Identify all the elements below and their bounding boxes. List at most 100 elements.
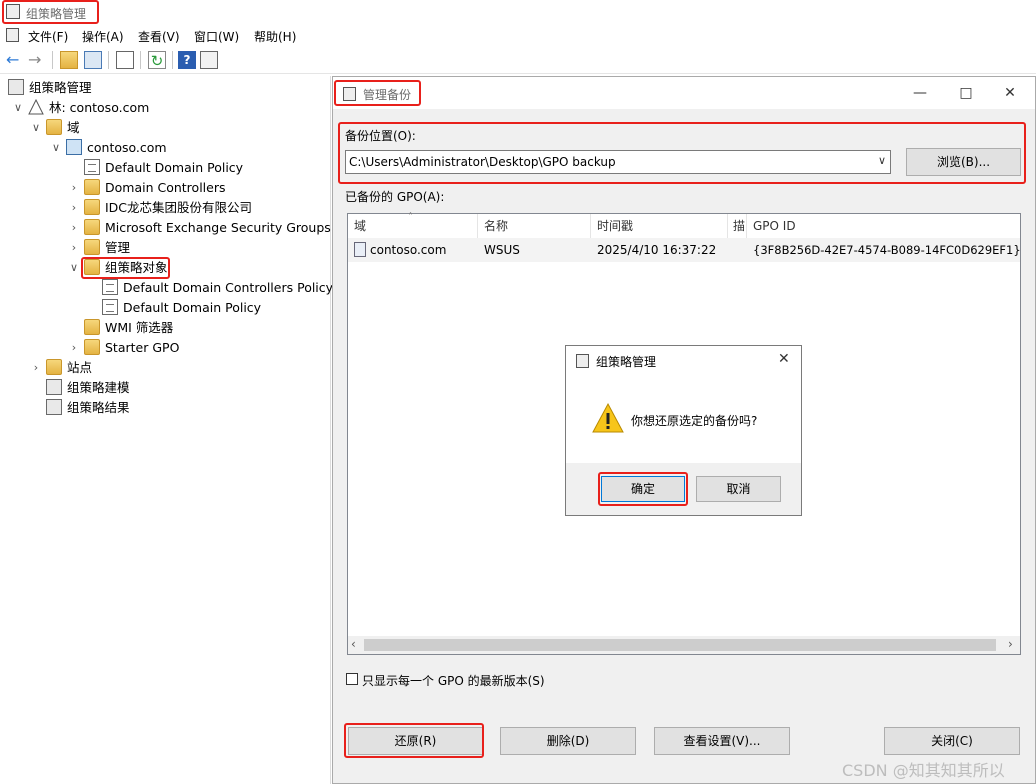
tree-forest-label: 林: contoso.com bbox=[49, 100, 150, 115]
chevron-right-icon[interactable]: › bbox=[68, 338, 80, 358]
tree-sites[interactable]: › 站点 bbox=[34, 358, 93, 378]
tree-item-default-domain-policy-2[interactable]: Default Domain Policy bbox=[102, 298, 261, 318]
chevron-down-icon[interactable]: ∨ bbox=[68, 258, 80, 278]
tree-item-exchange-groups[interactable]: › Microsoft Exchange Security Groups bbox=[72, 218, 331, 238]
menu-bar: 文件(F) 操作(A) 查看(V) 窗口(W) 帮助(H) bbox=[0, 24, 1036, 46]
gpo-icon bbox=[102, 279, 118, 295]
column-header-domain[interactable]: 域 bbox=[354, 214, 366, 238]
tree-item-label: Domain Controllers bbox=[105, 180, 226, 195]
scroll-right-icon[interactable]: › bbox=[1008, 637, 1013, 651]
horizontal-scrollbar[interactable]: ‹ › bbox=[348, 636, 1020, 654]
cell-name: WSUS bbox=[484, 243, 520, 257]
column-header-timestamp[interactable]: 时间戳 bbox=[597, 214, 633, 238]
tree-item-domain-controllers[interactable]: › Domain Controllers bbox=[72, 178, 226, 198]
tree-results[interactable]: 组策略结果 bbox=[46, 398, 130, 418]
tree-forest[interactable]: ∨ 林: contoso.com bbox=[14, 98, 150, 118]
table-row[interactable]: contoso.com WSUS 2025/4/10 16:37:22 {3F8… bbox=[348, 238, 1021, 262]
sort-asc-icon: ˄ bbox=[408, 212, 413, 223]
app-titlebar: 组策略管理 bbox=[0, 0, 1036, 24]
ou-folder-icon bbox=[84, 219, 100, 235]
column-divider[interactable] bbox=[727, 214, 728, 238]
back-arrow-icon[interactable]: ← bbox=[6, 51, 24, 69]
column-header-name[interactable]: 名称 bbox=[484, 214, 508, 238]
cancel-button[interactable]: 取消 bbox=[696, 476, 781, 502]
latest-only-checkbox[interactable] bbox=[346, 673, 358, 685]
column-divider[interactable] bbox=[746, 214, 747, 238]
confirm-title: 组策略管理 bbox=[596, 355, 657, 369]
tree-item-label: 管理 bbox=[105, 240, 131, 255]
toolbar: ← → ↻ ? bbox=[0, 47, 1036, 74]
tree-item-default-domain-policy[interactable]: Default Domain Policy bbox=[84, 158, 243, 178]
chevron-right-icon[interactable]: › bbox=[68, 238, 80, 258]
forest-icon bbox=[28, 98, 44, 115]
scroll-left-icon[interactable]: ‹ bbox=[351, 637, 356, 651]
chevron-right-icon[interactable]: › bbox=[68, 178, 80, 198]
ou-folder-icon bbox=[84, 199, 100, 215]
column-divider[interactable] bbox=[477, 214, 478, 238]
column-header-gpo-id[interactable]: GPO ID bbox=[753, 214, 796, 238]
wmi-filter-icon bbox=[84, 319, 100, 335]
tree-item-label: Microsoft Exchange Security Groups bbox=[105, 220, 331, 235]
chevron-right-icon[interactable]: › bbox=[68, 218, 80, 238]
maximize-icon[interactable]: □ bbox=[951, 83, 981, 103]
latest-only-label[interactable]: 只显示每一个 GPO 的最新版本(S) bbox=[362, 672, 545, 689]
close-icon[interactable]: ✕ bbox=[778, 351, 790, 367]
dialog-titlebar: 管理备份 — □ ✕ bbox=[333, 77, 1035, 109]
watermark: CSDN @知其知其所以 bbox=[842, 761, 1005, 780]
confirm-app-icon bbox=[576, 354, 589, 368]
scroll-thumb[interactable] bbox=[364, 639, 996, 651]
delete-button[interactable]: 删除(D) bbox=[500, 727, 636, 755]
menu-view[interactable]: 查看(V) bbox=[138, 28, 180, 45]
tree-item-idc[interactable]: › IDC龙芯集团股份有限公司 bbox=[72, 198, 252, 218]
app-menu-icon[interactable] bbox=[6, 28, 19, 42]
backed-up-gpo-label: 已备份的 GPO(A): bbox=[345, 190, 445, 204]
tree-item-management[interactable]: › 管理 bbox=[72, 238, 131, 258]
toolbar-separator bbox=[172, 51, 173, 69]
tree-item-starter-gpo[interactable]: › Starter GPO bbox=[72, 338, 179, 358]
tree-modeling[interactable]: 组策略建模 bbox=[46, 378, 130, 398]
minimize-icon[interactable]: — bbox=[905, 83, 935, 103]
close-icon[interactable]: ✕ bbox=[995, 83, 1025, 103]
folder-icon bbox=[46, 119, 62, 135]
list-header: 域 ˄ 名称 时间戳 描 GPO ID bbox=[348, 212, 1020, 238]
column-header-description[interactable]: 描 bbox=[733, 214, 745, 238]
menu-file[interactable]: 文件(F) bbox=[28, 28, 68, 45]
confirm-body: 组策略管理 ✕ 你想还原选定的备份吗? bbox=[566, 346, 801, 463]
show-hide-tree-icon[interactable] bbox=[84, 51, 102, 69]
results-icon bbox=[46, 399, 62, 415]
menu-action[interactable]: 操作(A) bbox=[82, 28, 124, 45]
backup-doc-icon bbox=[354, 242, 366, 257]
help-icon[interactable]: ? bbox=[178, 51, 196, 69]
view-settings-button[interactable]: 查看设置(V)... bbox=[654, 727, 790, 755]
chevron-right-icon[interactable]: › bbox=[68, 198, 80, 218]
forward-arrow-icon[interactable]: → bbox=[28, 51, 46, 69]
tree-domains-label: 域 bbox=[67, 120, 80, 135]
chevron-right-icon[interactable]: › bbox=[30, 358, 42, 378]
sites-icon bbox=[46, 359, 62, 375]
tree-sites-label: 站点 bbox=[67, 360, 93, 375]
ou-folder-icon bbox=[84, 239, 100, 255]
gpo-icon bbox=[102, 299, 118, 315]
console-icon[interactable] bbox=[200, 51, 218, 69]
tree-modeling-label: 组策略建模 bbox=[67, 380, 130, 395]
tree-item-default-dc-policy[interactable]: Default Domain Controllers Policy bbox=[102, 278, 333, 298]
tree-domains[interactable]: ∨ 域 bbox=[32, 118, 80, 138]
chevron-down-icon[interactable]: ∨ bbox=[50, 138, 62, 158]
console-tree: 组策略管理 ∨ 林: contoso.com ∨ 域 ∨ contoso.com… bbox=[0, 76, 333, 784]
close-button[interactable]: 关闭(C) bbox=[884, 727, 1020, 755]
tree-domain[interactable]: ∨ contoso.com bbox=[52, 138, 167, 158]
menu-help[interactable]: 帮助(H) bbox=[254, 28, 296, 45]
tree-item-label: Default Domain Controllers Policy bbox=[123, 280, 334, 295]
up-folder-icon[interactable] bbox=[60, 51, 78, 69]
refresh-icon[interactable]: ↻ bbox=[148, 51, 166, 70]
menu-window[interactable]: 窗口(W) bbox=[194, 28, 239, 45]
chevron-down-icon[interactable]: ∨ bbox=[12, 98, 24, 118]
column-divider[interactable] bbox=[590, 214, 591, 238]
chevron-down-icon[interactable]: ∨ bbox=[30, 118, 42, 138]
tree-item-wmi-filters[interactable]: WMI 筛选器 bbox=[84, 318, 173, 338]
tree-root[interactable]: 组策略管理 bbox=[8, 78, 92, 98]
properties-icon[interactable] bbox=[116, 51, 134, 69]
warning-icon bbox=[591, 402, 625, 437]
gpmc-icon bbox=[8, 79, 24, 95]
ou-folder-icon bbox=[84, 179, 100, 195]
